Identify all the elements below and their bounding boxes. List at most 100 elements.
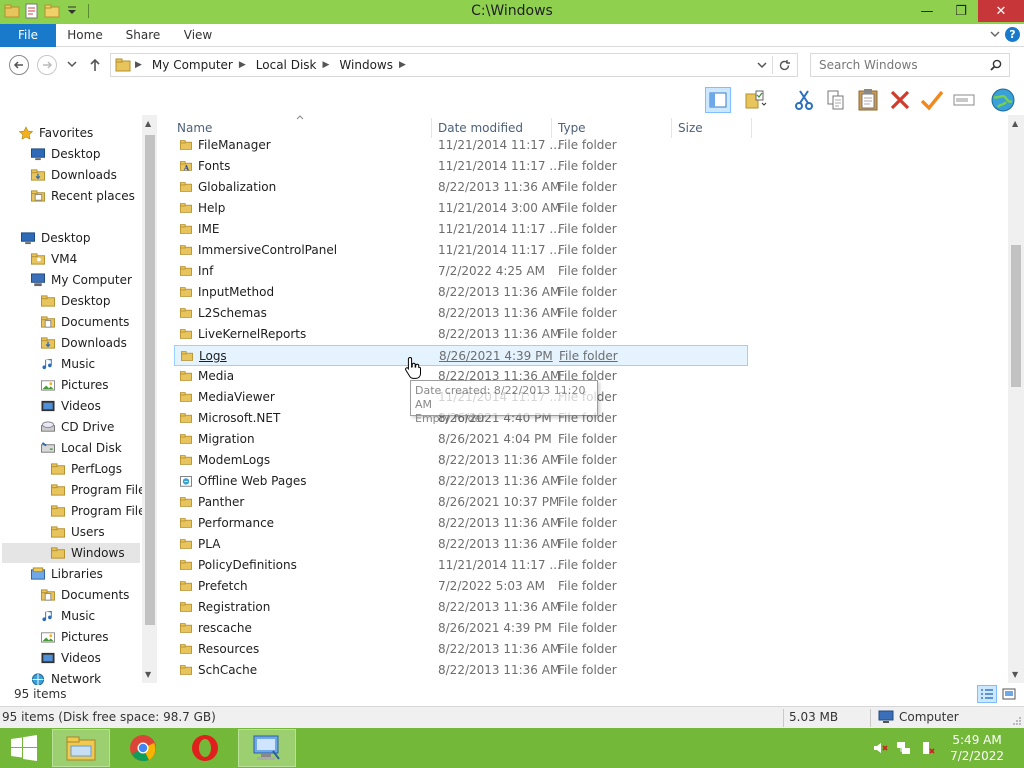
nav-item-desktop[interactable]: Desktop <box>30 144 101 164</box>
nav-item-local-disk[interactable]: Local Disk <box>40 438 122 458</box>
nav-item-documents[interactable]: Documents <box>40 312 129 332</box>
file-row[interactable]: Help 11/21/2014 3:00 AM File folder <box>174 198 748 219</box>
search-input[interactable]: Search Windows <box>810 53 1010 77</box>
volume-muted-icon[interactable] <box>872 740 888 756</box>
search-icon[interactable] <box>990 59 1002 71</box>
file-row[interactable]: Inf 7/2/2022 4:25 AM File folder <box>174 261 748 282</box>
file-row[interactable]: IME 11/21/2014 11:17 ... File folder <box>174 219 748 240</box>
file-row[interactable]: A Fonts 11/21/2014 11:17 ... File folder <box>174 156 748 177</box>
folder-options-button[interactable] <box>743 87 769 113</box>
resize-grip-icon[interactable] <box>1011 711 1021 725</box>
file-row[interactable]: rescache 8/26/2021 4:39 PM File folder <box>174 618 748 639</box>
nav-item-documents[interactable]: Documents <box>40 585 129 605</box>
help-button[interactable]: ? <box>1005 27 1020 42</box>
maximize-button[interactable]: ❐ <box>944 0 978 22</box>
nav-item-downloads[interactable]: Downloads <box>40 333 127 353</box>
taskbar-chrome[interactable] <box>114 729 172 767</box>
breadcrumb-separator-icon[interactable]: ▶ <box>399 60 406 70</box>
breadcrumb-separator-icon[interactable]: ▶ <box>135 60 142 70</box>
nav-item-downloads[interactable]: Downloads <box>30 165 117 185</box>
delete-button[interactable] <box>887 87 913 113</box>
scroll-up-icon[interactable]: ▲ <box>145 119 151 128</box>
nav-item-music[interactable]: Music <box>40 354 95 374</box>
nav-item-desktop[interactable]: Desktop <box>20 228 91 248</box>
file-row[interactable]: InputMethod 8/22/2013 11:36 AM File folder <box>174 282 748 303</box>
taskbar-remote-desktop[interactable] <box>238 729 296 767</box>
close-button[interactable]: ✕ <box>978 0 1024 22</box>
nav-item-favorites[interactable]: Favorites <box>18 123 93 143</box>
recent-locations-icon[interactable] <box>67 61 77 69</box>
nav-item-program-files[interactable]: Program Files <box>50 480 152 500</box>
address-bar[interactable]: ▶ My Computer ▶ Local Disk ▶ Windows ▶ <box>110 53 798 77</box>
details-view-button[interactable] <box>977 685 997 703</box>
file-row[interactable]: Logs 8/26/2021 4:39 PM File folder <box>174 345 748 366</box>
rename-button[interactable] <box>951 87 977 113</box>
breadcrumb-separator-icon[interactable]: ▶ <box>239 60 246 70</box>
up-arrow-icon[interactable] <box>88 57 102 73</box>
breadcrumb-local-disk[interactable]: Local Disk <box>256 58 317 72</box>
nav-scrollbar[interactable]: ▲ ▼ <box>142 115 157 683</box>
file-row[interactable]: PLA 8/22/2013 11:36 AM File folder <box>174 534 748 555</box>
paste-button[interactable] <box>855 87 881 113</box>
taskbar-opera[interactable] <box>176 729 234 767</box>
nav-item-desktop[interactable]: Desktop <box>40 291 111 311</box>
nav-item-program-files[interactable]: Program Files <box>50 501 152 521</box>
file-row[interactable]: Migration 8/26/2021 4:04 PM File folder <box>174 429 748 450</box>
forward-button[interactable] <box>37 55 57 75</box>
expand-ribbon-icon[interactable] <box>990 31 1000 39</box>
file-row[interactable]: Prefetch 7/2/2022 5:03 AM File folder <box>174 576 748 597</box>
nav-item-recent-places[interactable]: Recent places <box>30 186 135 206</box>
file-list-scrollbar[interactable]: ▲ ▼ <box>1008 115 1024 683</box>
scroll-up-icon[interactable]: ▲ <box>1012 119 1018 128</box>
file-row[interactable]: PolicyDefinitions 11/21/2014 11:17 ... Fil… <box>174 555 748 576</box>
breadcrumb-windows[interactable]: Windows <box>339 58 393 72</box>
nav-item-users[interactable]: Users <box>50 522 105 542</box>
network-icon[interactable] <box>896 740 912 756</box>
nav-item-videos[interactable]: Videos <box>40 648 101 668</box>
file-row[interactable]: ModemLogs 8/22/2013 11:36 AM File folder <box>174 450 748 471</box>
file-row[interactable]: FileManager 11/21/2014 11:17 ... File fold… <box>174 135 748 156</box>
nav-item-pictures[interactable]: Pictures <box>40 375 109 395</box>
file-row[interactable]: Resources 8/22/2013 11:36 AM File folder <box>174 639 748 660</box>
refresh-icon[interactable] <box>778 59 791 72</box>
file-row[interactable]: LiveKernelReports 8/22/2013 11:36 AM File … <box>174 324 748 345</box>
file-row[interactable]: L2Schemas 8/22/2013 11:36 AM File folder <box>174 303 748 324</box>
file-list-scroll-thumb[interactable] <box>1011 245 1021 387</box>
file-row[interactable]: Panther 8/26/2021 10:37 PM File folder <box>174 492 748 513</box>
copy-button[interactable] <box>823 87 849 113</box>
tab-home[interactable]: Home <box>60 24 110 47</box>
nav-item-perflogs[interactable]: PerfLogs <box>50 459 122 479</box>
nav-item-network[interactable]: Network <box>30 669 101 685</box>
minimize-button[interactable]: — <box>910 0 944 22</box>
scroll-down-icon[interactable]: ▼ <box>1012 670 1018 679</box>
breadcrumb-separator-icon[interactable]: ▶ <box>322 60 329 70</box>
network-globe-button[interactable] <box>990 87 1016 113</box>
nav-item-vm4[interactable]: VM4 <box>30 249 77 269</box>
file-row[interactable]: SchCache 8/22/2013 11:36 AM File folder <box>174 660 748 681</box>
nav-item-pictures[interactable]: Pictures <box>40 627 109 647</box>
nav-item-libraries[interactable]: Libraries <box>30 564 103 584</box>
file-row[interactable]: Performance 8/22/2013 11:36 AM File folder <box>174 513 748 534</box>
nav-item-my-computer[interactable]: My Computer <box>30 270 132 290</box>
taskbar-file-explorer[interactable] <box>52 729 110 767</box>
file-row[interactable]: Offline Web Pages 8/22/2013 11:36 AM File … <box>174 471 748 492</box>
apply-button[interactable] <box>919 87 945 113</box>
address-dropdown-icon[interactable] <box>757 62 767 70</box>
start-button[interactable] <box>0 729 48 767</box>
tab-file[interactable]: File <box>0 24 56 47</box>
preview-pane-button[interactable] <box>705 87 731 113</box>
nav-item-windows[interactable]: Windows <box>2 543 140 563</box>
large-icons-view-button[interactable] <box>999 685 1019 703</box>
file-row[interactable]: ImmersiveControlPanel 11/21/2014 11:17 ..… <box>174 240 748 261</box>
nav-scroll-thumb[interactable] <box>145 135 155 625</box>
breadcrumb-my-computer[interactable]: My Computer <box>152 58 233 72</box>
file-row[interactable]: Globalization 8/22/2013 11:36 AM File fold… <box>174 177 748 198</box>
scroll-down-icon[interactable]: ▼ <box>145 670 151 679</box>
nav-item-music[interactable]: Music <box>40 606 95 626</box>
back-button[interactable] <box>9 55 29 75</box>
taskbar-clock[interactable]: 5:49 AM 7/2/2022 <box>950 732 1004 764</box>
cut-button[interactable] <box>791 87 817 113</box>
file-row[interactable]: Registration 8/22/2013 11:36 AM File folde… <box>174 597 748 618</box>
nav-item-videos[interactable]: Videos <box>40 396 101 416</box>
action-center-icon[interactable] <box>920 740 936 756</box>
